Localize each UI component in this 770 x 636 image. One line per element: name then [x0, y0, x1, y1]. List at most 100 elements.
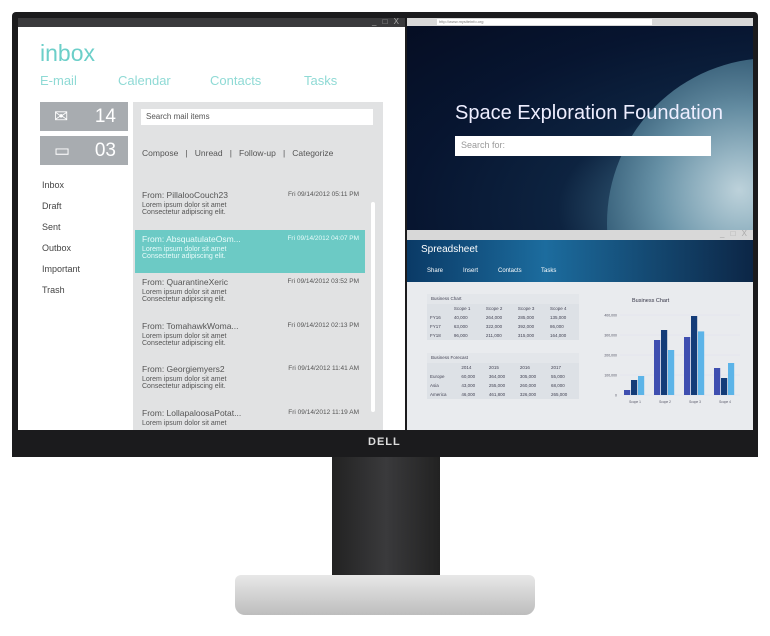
chat-bubble-icon: ▭	[54, 141, 71, 160]
y-tick-label: 400,000	[604, 314, 617, 318]
folder-item[interactable]: Draft	[42, 201, 62, 211]
column-header: 2015	[488, 365, 499, 370]
table-cell[interactable]: 164,000	[547, 331, 579, 340]
table-cell[interactable]: 285,000	[515, 313, 547, 322]
table-cell[interactable]: 260,000	[517, 381, 548, 390]
mail-preview-line: Consectetur adipiscing elit.	[142, 383, 226, 390]
business-chart-table: Business Chart Scope 1 Scope 2 Scope 3 Scope…	[427, 294, 579, 340]
column-header: 2014	[461, 365, 472, 370]
table-cell[interactable]: 96,000	[451, 331, 483, 340]
table-cell[interactable]: 135,000	[547, 313, 579, 322]
message-counter[interactable]: ▭ 03	[40, 136, 128, 165]
mail-date: Fri 09/14/2012 11:19 AM	[288, 408, 359, 416]
spreadsheet-window: _ □ X Spreadsheet Share Insert Contacts …	[407, 230, 753, 430]
scrollbar[interactable]	[371, 202, 375, 412]
window-controls[interactable]: _ □ X	[372, 18, 401, 26]
x-tick-label: Scope 1	[629, 400, 641, 404]
table-cell[interactable]: 255,000	[486, 381, 517, 390]
folder-item[interactable]: Important	[42, 264, 80, 274]
mail-actions[interactable]: Compose | Unread | Follow-up | Categoriz…	[142, 148, 333, 158]
mail-count: 14	[94, 106, 116, 127]
mail-preview-line: Lorem ipsum dolor sit amet	[142, 202, 227, 209]
table-row: FY18 96,000 211,000 315,000 164,000	[427, 331, 579, 340]
site-search-input[interactable]: Search for:	[455, 136, 711, 156]
mail-preview-line: Lorem ipsum dolor sit amet	[142, 289, 227, 296]
app-title: Spreadsheet	[421, 244, 478, 255]
nav-insert[interactable]: Insert	[463, 268, 478, 274]
mail-preview-line: Consectetur adipiscing elit.	[142, 339, 226, 347]
table-cell[interactable]: 60,000	[458, 372, 486, 381]
mail-item[interactable]: From: QuarantineXeric Fri 09/14/2012 03:…	[135, 273, 365, 316]
table-cell[interactable]: FY17	[427, 322, 451, 331]
bar	[668, 350, 675, 395]
page-title: inbox	[40, 40, 95, 66]
bar	[631, 380, 638, 395]
nav-contacts[interactable]: Contacts	[210, 73, 261, 88]
title-bar: _ □ X	[407, 230, 753, 240]
table-cell[interactable]: 392,000	[515, 322, 547, 331]
table-cell[interactable]: Asia	[427, 381, 458, 390]
nav-contacts[interactable]: Contacts	[498, 268, 522, 274]
envelope-icon: ✉	[54, 107, 69, 126]
y-tick-label: 100,000	[604, 374, 617, 378]
business-chart: Business Chart 0 100,000 200,000 300,000 400,…	[604, 298, 740, 404]
spreadsheet-header: Spreadsheet Share Insert Contacts Tasks	[407, 240, 753, 282]
mail-preview-line: Lorem ipsum dolor sit amet	[142, 245, 227, 253]
bar	[624, 390, 631, 395]
table-cell[interactable]: 264,000	[483, 313, 515, 322]
site-title: Space Exploration Foundation	[455, 102, 723, 124]
nav-share[interactable]: Share	[427, 268, 443, 274]
table-row: FY17 63,000 322,000 392,000 86,000	[427, 322, 579, 331]
folder-item[interactable]: Inbox	[42, 180, 64, 190]
table-cell[interactable]: 315,000	[515, 331, 547, 340]
table-cell[interactable]: 86,000	[547, 322, 579, 331]
table-cell[interactable]: 63,000	[451, 322, 483, 331]
table-cell[interactable]: 211,000	[483, 331, 515, 340]
mail-item[interactable]: From: PillalooCouch23 Fri 09/14/2012 05:…	[135, 186, 365, 229]
table-cell[interactable]: FY16	[427, 313, 451, 322]
mail-counter[interactable]: ✉ 14	[40, 102, 128, 131]
column-header: Scope 4	[549, 306, 567, 311]
table-cell[interactable]: 326,000	[517, 390, 548, 399]
mail-item[interactable]: From: Georgiemyers2 Fri 09/14/2012 11:41…	[135, 360, 365, 403]
nav-tasks[interactable]: Tasks	[541, 268, 556, 274]
nav-tasks[interactable]: Tasks	[304, 73, 337, 88]
mail-item[interactable]: From: LollapaloosaPotat... Fri 09/14/201…	[135, 404, 365, 431]
business-forecast-table: Business Forecast 2014 2015 2016 2017 Europe 6…	[427, 353, 579, 399]
table-cell[interactable]: 364,000	[486, 372, 517, 381]
mail-preview-line: Consectetur adipiscing elit.	[142, 209, 226, 216]
search-input[interactable]: Search mail items	[141, 109, 373, 125]
table-cell[interactable]: 46,000	[458, 390, 486, 399]
table-cell[interactable]: 305,000	[517, 372, 548, 381]
table-cell[interactable]: America	[427, 390, 458, 399]
mail-item[interactable]: From: TomahawkWoma... Fri 09/14/2012 02:…	[135, 317, 365, 360]
folder-item[interactable]: Outbox	[42, 243, 71, 253]
mail-preview-line: Lorem ipsum dolor sit amet	[142, 376, 227, 383]
bar	[698, 331, 705, 395]
table-cell[interactable]: 461,800	[486, 390, 517, 399]
table-cell[interactable]: Europe	[427, 372, 458, 381]
table-cell[interactable]: 40,000	[451, 313, 483, 322]
table-row: Asia 43,000 255,000 260,000 68,000	[427, 381, 579, 390]
column-header	[427, 363, 458, 372]
y-tick-label: 0	[615, 394, 617, 398]
table-cell[interactable]: 55,000	[548, 372, 579, 381]
bar	[684, 337, 691, 395]
table-cell[interactable]: 68,000	[548, 381, 579, 390]
folder-item[interactable]: Sent	[42, 222, 61, 232]
table-cell[interactable]: 43,000	[458, 381, 486, 390]
table-cell[interactable]: 322,000	[483, 322, 515, 331]
table-row: FY16 40,000 264,000 285,000 135,000	[427, 313, 579, 322]
bar	[638, 376, 645, 395]
nav-calendar[interactable]: Calendar	[118, 73, 171, 88]
mail-item[interactable]: From: AbsquatulateOsm... Fri 09/14/2012 …	[135, 229, 365, 273]
table-cell[interactable]: 265,000	[548, 390, 579, 399]
address-bar[interactable]: http://www.mysiteinfo.org	[437, 19, 652, 25]
window-controls[interactable]: _ □ X	[720, 230, 749, 238]
mail-date: Fri 09/14/2012 04:07 PM	[287, 234, 359, 242]
folder-item[interactable]: Trash	[42, 285, 65, 295]
nav-email[interactable]: E-mail	[40, 73, 77, 88]
mail-window: _ □ X inbox E-mail Calendar Contacts Tas…	[18, 18, 405, 430]
mail-preview-line: Lorem ipsum dolor sit amet	[142, 332, 227, 340]
table-cell[interactable]: FY18	[427, 331, 451, 340]
